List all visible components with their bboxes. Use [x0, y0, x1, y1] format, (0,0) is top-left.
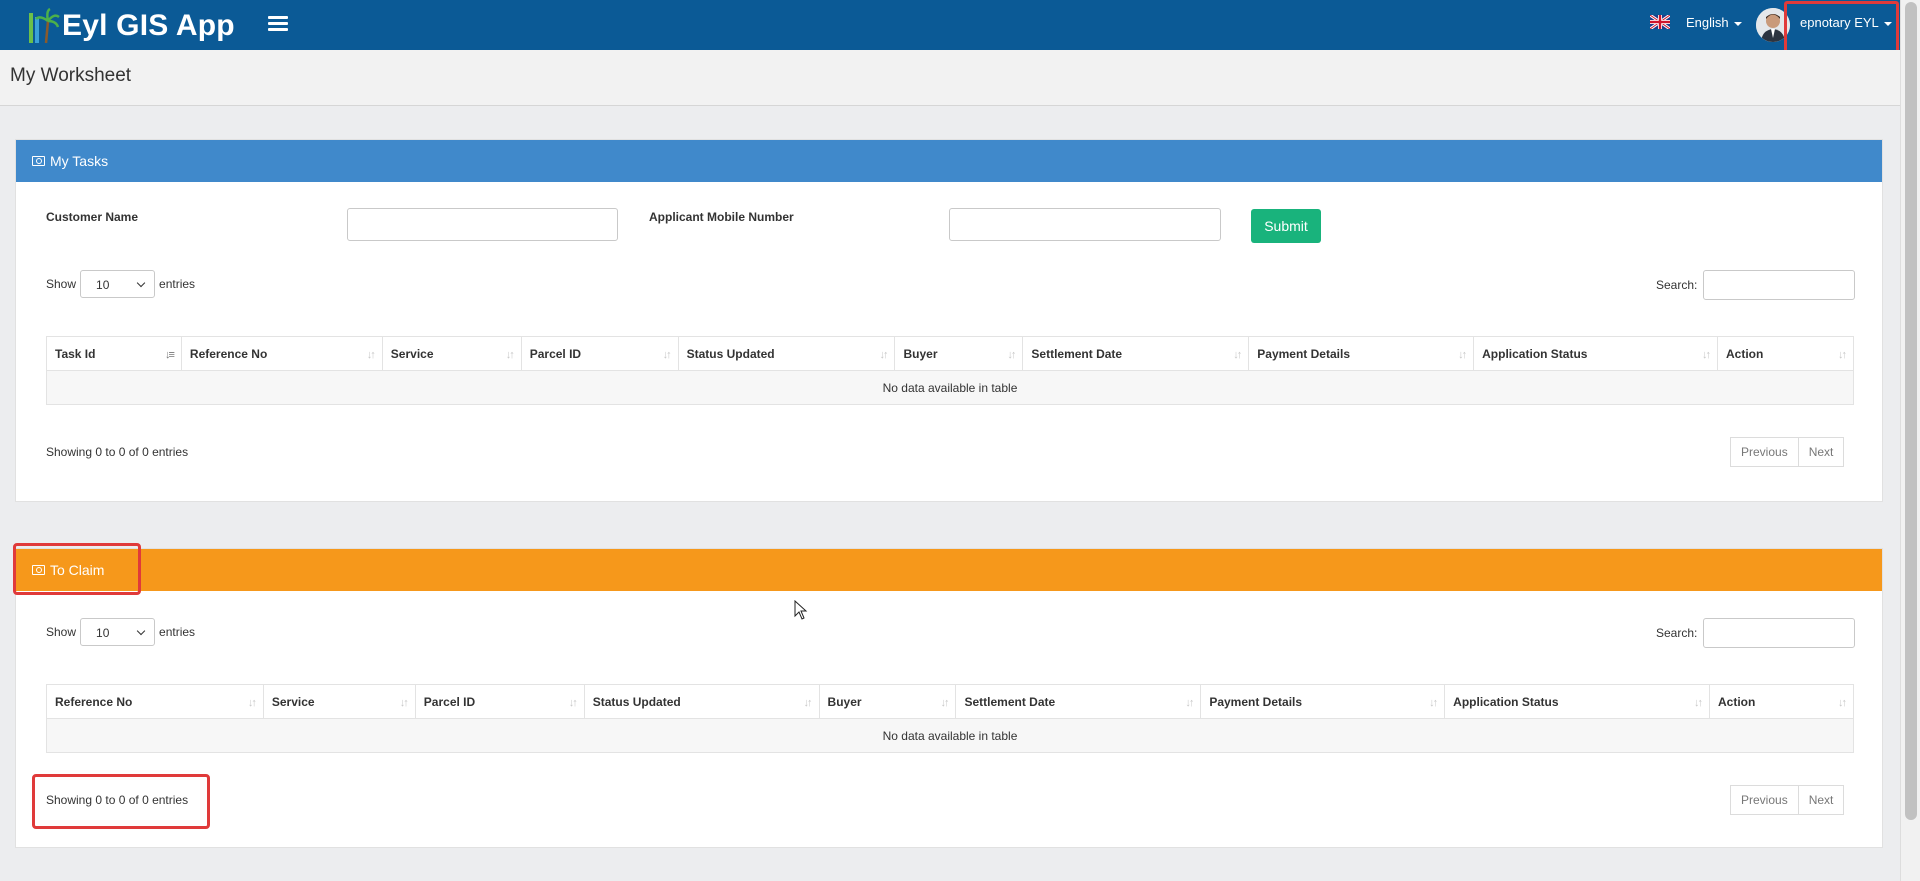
page-length-select[interactable]: 10	[80, 270, 156, 298]
entries-label: entries	[159, 277, 196, 291]
column-header[interactable]: Status Updated ↓↑	[583, 684, 820, 719]
column-header[interactable]: Task Id ↓≡	[46, 336, 182, 371]
table-search: Search:	[1656, 270, 1856, 300]
column-header[interactable]: Settlement Date ↓↑	[955, 684, 1202, 719]
column-header[interactable]: Reference No ↓↑	[46, 684, 264, 719]
entries-label: entries	[159, 625, 196, 639]
submit-button[interactable]: Submit	[1251, 209, 1321, 243]
customer-name-label: Customer Name	[46, 210, 139, 224]
table-search: Search:	[1656, 618, 1856, 648]
table-info: Showing 0 to 0 of 0 entries	[46, 445, 189, 459]
sort-icon: ↓↑	[940, 697, 949, 709]
sort-icon: ↓≡	[164, 349, 175, 361]
empty-table-message: No data available in table	[46, 370, 1854, 405]
my-tasks-table: Task Id ↓≡ Reference No ↓↑ Service ↓↑ Parce…	[46, 336, 1854, 405]
sort-icon: ↓↑	[662, 349, 672, 361]
column-header[interactable]: Parcel ID ↓↑	[520, 336, 679, 371]
show-label: Show	[46, 277, 77, 291]
sort-icon: ↓↑	[1702, 349, 1711, 361]
page-length-control: Show 10 entries	[46, 618, 195, 646]
vertical-scrollbar[interactable]	[1900, 0, 1920, 881]
chevron-down-icon	[136, 626, 146, 636]
page-length-value: 10	[96, 278, 110, 292]
my-tasks-title: My Tasks	[50, 153, 109, 169]
sort-icon: ↓↑	[366, 349, 376, 361]
caret-down-icon	[1733, 21, 1742, 26]
page-length-control: Show 10 entries	[46, 270, 195, 298]
customer-name-input[interactable]	[347, 208, 618, 241]
sort-icon: ↓↑	[1007, 349, 1016, 361]
sort-icon: ↓↑	[568, 697, 578, 709]
table-header-row: Task Id ↓≡ Reference No ↓↑ Service ↓↑ Parce…	[46, 336, 1854, 371]
sort-icon: ↓↑	[1838, 697, 1847, 709]
highlight-to-claim-title	[13, 543, 141, 595]
language-label: English	[1686, 15, 1729, 30]
page-length-select[interactable]: 10	[80, 618, 156, 646]
table-row: No data available in table	[46, 370, 1854, 405]
to-claim-panel: To Claim Show 10 entries Search: Referen…	[15, 548, 1883, 848]
sort-icon: ↓↑	[803, 697, 813, 709]
my-tasks-header: My Tasks	[16, 140, 1882, 182]
column-header[interactable]: Action ↓↑	[1717, 336, 1854, 371]
pagination: Previous Next	[1730, 437, 1845, 467]
palm-logo-icon	[29, 7, 60, 44]
highlight-table-info	[32, 774, 210, 829]
scrollbar-thumb[interactable]	[1905, 2, 1917, 820]
page-title: My Worksheet	[10, 65, 132, 86]
sort-icon: ↓↑	[1429, 697, 1438, 709]
empty-table-message: No data available in table	[46, 718, 1854, 753]
column-header[interactable]: Application Status ↓↑	[1444, 684, 1711, 719]
column-header[interactable]: Payment Details ↓↑	[1248, 336, 1475, 371]
table-row: No data available in table	[46, 718, 1854, 753]
language-dropdown[interactable]: English	[1686, 15, 1742, 30]
top-navbar: Eyl GIS App English epnotary EYL	[0, 0, 1900, 50]
app-name: Eyl GIS App	[62, 9, 235, 42]
mouse-cursor-icon	[794, 600, 808, 620]
pagination: Previous Next	[1730, 785, 1845, 815]
to-claim-header: To Claim	[16, 549, 1882, 591]
column-header[interactable]: Service ↓↑	[262, 684, 416, 719]
app-logo[interactable]: Eyl GIS App	[26, 6, 235, 46]
sort-icon: ↓↑	[1838, 349, 1847, 361]
highlight-user-menu	[1784, 1, 1899, 56]
search-input[interactable]	[1703, 618, 1856, 648]
show-label: Show	[46, 625, 77, 639]
sort-icon: ↓↑	[399, 697, 409, 709]
mobile-number-input[interactable]	[949, 208, 1221, 241]
page-header: My Worksheet	[0, 50, 1900, 106]
previous-button[interactable]: Previous	[1730, 437, 1799, 467]
sort-icon: ↓↑	[1185, 697, 1194, 709]
table-header-row: Reference No ↓↑ Service ↓↑ Parcel ID ↓↑ Sta…	[46, 684, 1854, 719]
sort-icon: ↓↑	[505, 349, 515, 361]
next-button[interactable]: Next	[1798, 437, 1845, 467]
column-header[interactable]: Application Status ↓↑	[1473, 336, 1718, 371]
column-header[interactable]: Parcel ID ↓↑	[414, 684, 585, 719]
panel-camera-icon	[32, 156, 45, 166]
column-header[interactable]: Service ↓↑	[381, 336, 522, 371]
search-label: Search:	[1656, 278, 1698, 292]
my-tasks-panel: My Tasks Customer Name Applicant Mobile …	[15, 139, 1883, 502]
sort-icon: ↓↑	[1458, 349, 1467, 361]
previous-button[interactable]: Previous	[1730, 785, 1799, 815]
menu-icon[interactable]	[268, 16, 288, 32]
to-claim-table: Reference No ↓↑ Service ↓↑ Parcel ID ↓↑ Sta…	[46, 684, 1854, 753]
sort-icon: ↓↑	[1233, 349, 1242, 361]
column-header[interactable]: Buyer ↓↑	[894, 336, 1024, 371]
mobile-number-label: Applicant Mobile Number	[649, 210, 794, 224]
sort-icon: ↓↑	[879, 349, 888, 361]
search-label: Search:	[1656, 626, 1698, 640]
chevron-down-icon	[136, 278, 146, 288]
search-input[interactable]	[1703, 270, 1856, 300]
column-header[interactable]: Buyer ↓↑	[818, 684, 957, 719]
column-header[interactable]: Status Updated ↓↑	[677, 336, 896, 371]
uk-flag-icon	[1650, 15, 1670, 29]
column-header[interactable]: Action ↓↑	[1709, 684, 1854, 719]
sort-icon: ↓↑	[247, 697, 257, 709]
column-header[interactable]: Payment Details ↓↑	[1200, 684, 1446, 719]
next-button[interactable]: Next	[1798, 785, 1845, 815]
sort-icon: ↓↑	[1694, 697, 1703, 709]
page-length-value: 10	[96, 626, 110, 640]
column-header[interactable]: Reference No ↓↑	[180, 336, 383, 371]
column-header[interactable]: Settlement Date ↓↑	[1022, 336, 1250, 371]
